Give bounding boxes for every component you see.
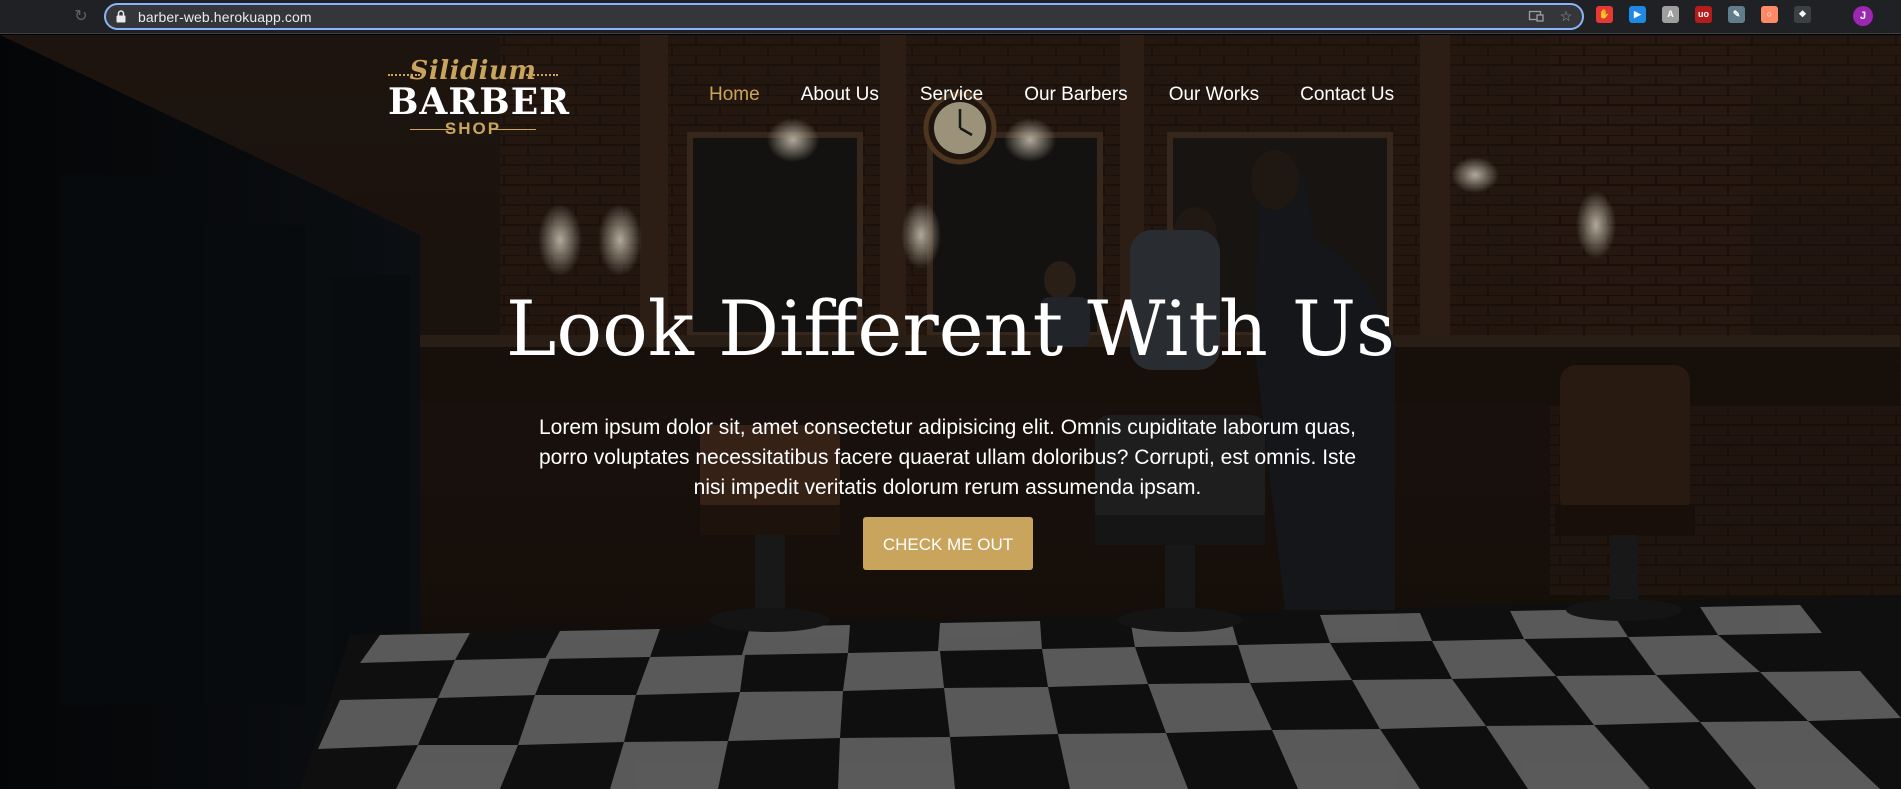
logo-dots-left: [388, 74, 420, 76]
check-me-out-button[interactable]: CHECK ME OUT: [863, 517, 1033, 570]
ublock-icon[interactable]: uo: [1695, 6, 1712, 23]
logo-main-text: BARBER: [388, 81, 571, 123]
pen-tool-icon[interactable]: ✎: [1728, 6, 1745, 23]
profile-avatar[interactable]: J: [1853, 6, 1873, 26]
puzzle-icon[interactable]: ❖: [1794, 6, 1811, 23]
logo-dots-right: [526, 74, 558, 76]
logo-rule-right: [494, 129, 536, 130]
nav-our-works[interactable]: Our Works: [1169, 83, 1259, 107]
nav-home[interactable]: Home: [709, 83, 760, 107]
hero-lead: Lorem ipsum dolor sit, amet consectetur …: [538, 416, 1357, 499]
site-logo[interactable]: Silidium BARBER SHOP: [388, 57, 571, 143]
nav-service[interactable]: Service: [920, 83, 983, 107]
url-text[interactable]: barber-web.herokuapp.com: [138, 9, 312, 25]
nav-contact-us[interactable]: Contact Us: [1300, 83, 1394, 107]
logo-rule-left: [410, 129, 452, 130]
browser-toolbar: ↻ barber-web.herokuapp.com ☆ ✋ ▶ Аuo ✎ ○ ❖ J: [0, 0, 1901, 34]
screencast-icon[interactable]: ▶: [1629, 6, 1646, 23]
logo-sub-text: SHOP: [444, 119, 502, 138]
toggle-icon[interactable]: ○: [1761, 6, 1778, 23]
extensions-tray: ✋ ▶ Аuo ✎ ○ ❖: [1596, 6, 1811, 23]
hero-title: Look Different With Us: [505, 284, 1396, 373]
nav-about-us[interactable]: About Us: [801, 83, 879, 107]
bookmark-star-icon[interactable]: ☆: [1558, 8, 1574, 24]
logo-sub-row: SHOP: [388, 119, 558, 139]
dark-overlay: [0, 35, 1901, 789]
translate-icon[interactable]: А: [1662, 6, 1679, 23]
main-nav: Home About Us Service Our Barbers Our Wo…: [709, 83, 1435, 107]
address-bar[interactable]: barber-web.herokuapp.com ☆: [104, 3, 1584, 30]
lock-icon: [116, 10, 126, 23]
cast-icon[interactable]: [1528, 8, 1544, 24]
reload-icon[interactable]: ↻: [70, 6, 92, 28]
adblock-icon[interactable]: ✋: [1596, 6, 1613, 23]
hero-section: Silidium BARBER SHOP Home About Us Servi…: [0, 35, 1901, 789]
nav-our-barbers[interactable]: Our Barbers: [1024, 83, 1127, 107]
